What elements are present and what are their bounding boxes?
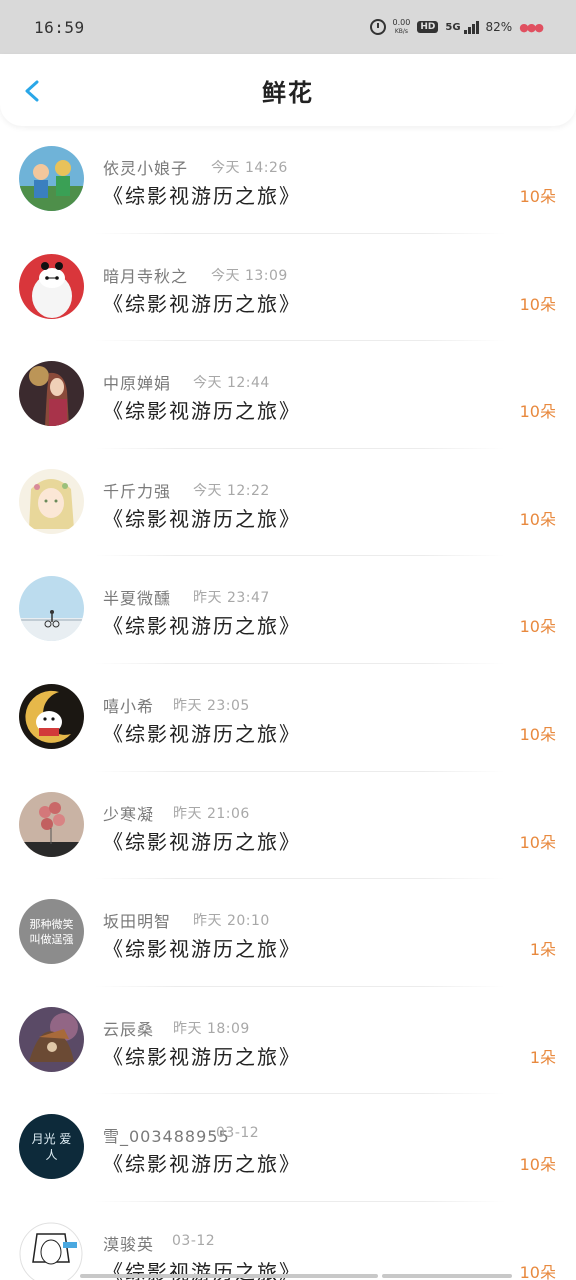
list-item[interactable]: 依灵小娘子 今天 14:26 《综影视游历之旅》 10朵	[0, 126, 576, 234]
alarm-icon	[369, 19, 386, 35]
gift-time: 今天 12:22	[193, 482, 270, 499]
user-name: 少寒凝	[103, 804, 155, 824]
avatar[interactable]	[19, 468, 84, 534]
status-time: 16:59	[34, 17, 85, 37]
book-title[interactable]: 《综影视游历之旅》	[103, 1148, 301, 1177]
user-name: 云辰桑	[103, 1019, 155, 1039]
avatar[interactable]	[19, 1221, 84, 1280]
user-name: 嘻小希	[103, 696, 155, 716]
list-item[interactable]: 中原婵娟 今天 12:44 《综影视游历之旅》 10朵	[0, 341, 576, 449]
strawberry-icon: ●●●	[519, 20, 544, 34]
status-bar: 16:59 0.00 KB/s HD 5G 82% ●●●	[0, 0, 576, 54]
book-title[interactable]: 《综影视游历之旅》	[103, 1041, 301, 1070]
avatar-text: 月光 爱人	[31, 1131, 72, 1162]
book-title[interactable]: 《综影视游历之旅》	[103, 826, 301, 855]
nav-header: 鲜花	[0, 54, 576, 126]
flower-count: 10朵	[519, 402, 556, 422]
avatar[interactable]	[19, 253, 84, 319]
network-speed-value: 0.00	[392, 18, 411, 27]
list-item[interactable]: 月光 爱人 雪_003488955 03-12 《综影视游历之旅》 10朵	[0, 1094, 576, 1202]
signal-icon	[463, 20, 479, 34]
book-title[interactable]: 《综影视游历之旅》	[103, 288, 301, 317]
user-name: 坂田明智	[103, 912, 172, 932]
flower-count: 10朵	[519, 509, 556, 529]
flower-count: 10朵	[519, 724, 556, 744]
gift-time: 昨天 18:09	[173, 1020, 250, 1037]
flower-count: 10朵	[519, 1155, 556, 1175]
list-item[interactable]: 少寒凝 昨天 21:06 《综影视游历之旅》 10朵	[0, 772, 576, 880]
gift-time: 昨天 21:06	[173, 805, 250, 822]
book-title[interactable]: 《综影视游历之旅》	[103, 610, 301, 639]
user-name: 依灵小娘子	[103, 159, 189, 178]
book-title[interactable]: 《综影视游历之旅》	[103, 933, 301, 962]
avatar[interactable]	[19, 1006, 84, 1072]
network-speed: 0.00 KB/s	[393, 18, 411, 36]
battery-level: 82%	[485, 20, 513, 34]
list-item[interactable]: 嘻小希 昨天 23:05 《综影视游历之旅》 10朵	[0, 664, 576, 772]
network-speed-unit: KB/s	[394, 28, 409, 35]
scroll-indicator	[80, 1274, 378, 1278]
hd-icon: HD	[417, 21, 439, 33]
list-item[interactable]: 云辰桑 昨天 18:09 《综影视游历之旅》 1朵	[0, 987, 576, 1095]
avatar[interactable]	[19, 146, 84, 211]
avatar[interactable]	[19, 361, 84, 427]
list-item[interactable]: 千斤力强 今天 12:22 《综影视游历之旅》 10朵	[0, 449, 576, 557]
gift-time: 今天 13:09	[211, 267, 288, 284]
user-name: 半夏微醺	[103, 589, 172, 609]
user-name: 千斤力强	[103, 481, 172, 501]
flower-count: 1朵	[529, 1047, 556, 1067]
user-name: 雪_003488955	[103, 1127, 230, 1147]
gift-time: 03-12	[216, 1125, 260, 1142]
book-title[interactable]: 《综影视游历之旅》	[103, 180, 301, 209]
network-type: 5G	[445, 21, 461, 33]
user-name: 漠骏英	[103, 1234, 155, 1254]
flower-count: 10朵	[519, 294, 556, 314]
list-item[interactable]: 那种微笑 叫做逞强 坂田明智 昨天 20:10 《综影视游历之旅》 1朵	[0, 879, 576, 987]
avatar[interactable]: 那种微笑 叫做逞强	[19, 899, 84, 965]
user-name: 中原婵娟	[103, 374, 172, 394]
flower-count: 10朵	[519, 617, 556, 637]
page-title: 鲜花	[262, 78, 314, 107]
gift-time: 今天 12:44	[193, 375, 270, 392]
avatar[interactable]: 月光 爱人	[19, 1114, 84, 1180]
flower-count: 10朵	[519, 832, 556, 852]
list-item[interactable]: 半夏微醺 昨天 23:47 《综影视游历之旅》 10朵	[0, 556, 576, 664]
gift-time: 03-12	[172, 1232, 216, 1249]
avatar[interactable]	[19, 683, 84, 749]
avatar-text: 那种微笑 叫做逞强	[29, 917, 74, 946]
list-item[interactable]: 漠骏英 03-12 《综影视游历之旅》 10朵	[0, 1202, 576, 1280]
book-title[interactable]: 《综影视游历之旅》	[103, 395, 301, 424]
flower-count: 10朵	[519, 1262, 556, 1280]
book-title[interactable]: 《综影视游历之旅》	[103, 503, 301, 532]
flower-count: 1朵	[529, 940, 556, 960]
book-title[interactable]: 《综影视游历之旅》	[103, 718, 301, 747]
gift-time: 今天 14:26	[211, 160, 288, 176]
list-item[interactable]: 暗月寺秋之 今天 13:09 《综影视游历之旅》 10朵	[0, 234, 576, 342]
avatar[interactable]	[19, 791, 84, 857]
flower-count: 10朵	[519, 187, 556, 206]
user-name: 暗月寺秋之	[103, 266, 189, 286]
gift-time: 昨天 23:05	[173, 697, 250, 714]
flower-list: 依灵小娘子 今天 14:26 《综影视游历之旅》 10朵 暗月寺秋之 今天 13…	[0, 126, 576, 1280]
gift-time: 昨天 23:47	[193, 590, 270, 607]
status-icons: 0.00 KB/s HD 5G 82% ●●●	[369, 18, 544, 36]
scroll-indicator	[382, 1274, 512, 1278]
back-arrow-icon[interactable]	[22, 80, 44, 102]
avatar[interactable]	[19, 576, 84, 642]
gift-time: 昨天 20:10	[193, 913, 270, 930]
